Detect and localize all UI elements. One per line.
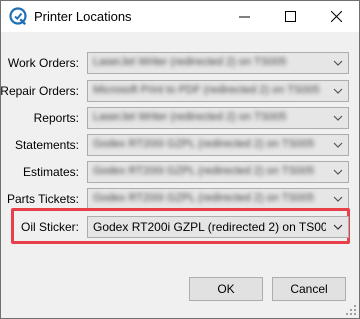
chevron-down-icon: [333, 142, 343, 148]
oil-sticker-select[interactable]: Godex RT200i GZPL (redirected 2) on TS00…: [87, 216, 349, 238]
oil-sticker-value: Godex RT200i GZPL (redirected 2) on TS00…: [93, 220, 326, 234]
chevron-down-icon: [333, 88, 343, 94]
chevron-down-icon: [333, 224, 343, 230]
printer-locations-dialog: Printer Locations Work Orders: LaserJet …: [0, 0, 360, 319]
ok-button[interactable]: OK: [189, 277, 263, 301]
reports-label: Reports:: [33, 111, 79, 125]
estimates-value: Godex RT200i GZPL (redirected 2) on TS00…: [93, 165, 315, 177]
statements-value: Godex RT200i GZPL (redirected 2) on TS00…: [93, 138, 315, 150]
maximize-icon: [284, 11, 296, 22]
cancel-button[interactable]: Cancel: [272, 277, 346, 301]
work-orders-value: LaserJet Writer (redirected 2) on TS005: [93, 56, 287, 68]
reports-value: LaserJet Writer (redirected 2) on TS005: [93, 111, 287, 123]
estimates-select[interactable]: Godex RT200i GZPL (redirected 2) on TS00…: [87, 161, 349, 183]
statements-select[interactable]: Godex RT200i GZPL (redirected 2) on TS00…: [87, 134, 349, 156]
chevron-down-icon: [333, 115, 343, 121]
minimize-button[interactable]: [221, 1, 267, 32]
chevron-down-icon: [333, 60, 343, 66]
work-orders-label: Work Orders:: [7, 56, 79, 70]
statements-label: Statements:: [14, 138, 79, 152]
close-icon: [330, 11, 342, 22]
resize-grip-icon[interactable]: [345, 304, 357, 316]
maximize-button[interactable]: [267, 1, 313, 32]
oil-sticker-label: Oil Sticker:: [20, 220, 79, 234]
app-logo-icon: [9, 7, 27, 25]
window-title: Printer Locations: [34, 9, 132, 24]
repair-orders-select[interactable]: Microsoft Print to PDF (redirected 2) on…: [87, 80, 349, 102]
parts-tickets-value: Godex RT200i GZPL (redirected 2) on TS00…: [93, 192, 315, 204]
chevron-down-icon: [333, 196, 343, 202]
estimates-label: Estimates:: [22, 165, 79, 179]
chevron-down-icon: [333, 169, 343, 175]
title-bar: Printer Locations: [1, 1, 359, 32]
work-orders-select[interactable]: LaserJet Writer (redirected 2) on TS005: [87, 52, 349, 74]
parts-tickets-label: Parts Tickets:: [6, 192, 79, 206]
repair-orders-label: Repair Orders:: [0, 84, 79, 98]
minimize-icon: [238, 16, 250, 18]
parts-tickets-select[interactable]: Godex RT200i GZPL (redirected 2) on TS00…: [87, 188, 349, 210]
close-button[interactable]: [313, 1, 359, 32]
reports-select[interactable]: LaserJet Writer (redirected 2) on TS005: [87, 107, 349, 129]
repair-orders-value: Microsoft Print to PDF (redirected 2) on…: [93, 84, 320, 96]
